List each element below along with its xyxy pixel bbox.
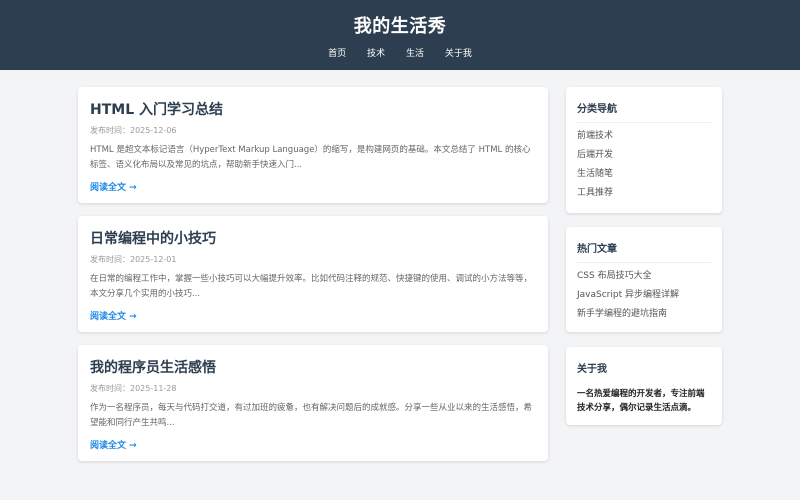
site-title: 我的生活秀 xyxy=(353,16,447,37)
post-title[interactable]: 我的程序员生活感悟 xyxy=(90,357,216,377)
post-title[interactable]: 日常编程中的小技巧 xyxy=(90,228,216,248)
nav-item-tech[interactable]: 技术 xyxy=(367,46,385,59)
category-item[interactable]: 工具推荐 xyxy=(577,184,613,203)
post-excerpt: HTML 是超文本标记语言（HyperText Markup Language）… xyxy=(90,145,531,170)
post-card: 我的程序员生活感悟 发布时间：2025-11-28 作为一名程序员，每天与代码打… xyxy=(78,345,548,461)
nav-item-home[interactable]: 首页 xyxy=(328,46,346,59)
popular-item[interactable]: CSS 布局技巧大全 xyxy=(577,267,679,286)
read-more-link[interactable]: 阅读全文 → xyxy=(90,309,137,322)
post-date: 发布时间：2025-12-06 xyxy=(90,126,177,135)
category-item[interactable]: 后端开发 xyxy=(577,146,613,165)
post-date: 发布时间：2025-12-01 xyxy=(90,255,177,264)
post-excerpt: 作为一名程序员，每天与代码打交道，有过加班的疲惫，也有解决问题后的成就感。分享一… xyxy=(90,403,533,428)
post-excerpt: 在日常的编程工作中，掌握一些小技巧可以大幅提升效率。比如代码注释的规范、快捷键的… xyxy=(90,274,533,299)
popular-item[interactable]: JavaScript 异步编程详解 xyxy=(577,286,679,305)
about-text: 一名热爱编程的开发者，专注前端技术分享，偶尔记录生活点滴。 xyxy=(577,389,705,413)
post-title[interactable]: HTML 入门学习总结 xyxy=(90,99,223,119)
nav-item-about[interactable]: 关于我 xyxy=(445,46,472,59)
category-list: 前端技术 后端开发 生活随笔 工具推荐 xyxy=(577,127,613,203)
nav-item-life[interactable]: 生活 xyxy=(406,46,424,59)
site-header: 我的生活秀 首页 技术 生活 关于我 xyxy=(0,0,800,70)
category-item[interactable]: 前端技术 xyxy=(577,127,613,146)
read-more-link[interactable]: 阅读全文 → xyxy=(90,438,137,451)
post-date: 发布时间：2025-11-28 xyxy=(90,384,177,393)
widget-title: 关于我 xyxy=(577,364,607,375)
main-nav: 首页 技术 生活 关于我 xyxy=(0,46,800,59)
about-widget: 关于我 一名热爱编程的开发者，专注前端技术分享，偶尔记录生活点滴。 xyxy=(566,347,722,425)
widget-title: 分类导航 xyxy=(577,100,711,123)
category-widget: 分类导航 前端技术 后端开发 生活随笔 工具推荐 xyxy=(566,87,722,213)
category-item[interactable]: 生活随笔 xyxy=(577,165,613,184)
popular-item[interactable]: 新手学编程的避坑指南 xyxy=(577,305,679,324)
popular-list: CSS 布局技巧大全 JavaScript 异步编程详解 新手学编程的避坑指南 xyxy=(577,267,679,324)
read-more-link[interactable]: 阅读全文 → xyxy=(90,180,137,193)
post-card: HTML 入门学习总结 发布时间：2025-12-06 HTML 是超文本标记语… xyxy=(78,87,548,203)
post-card: 日常编程中的小技巧 发布时间：2025-12-01 在日常的编程工作中，掌握一些… xyxy=(78,216,548,332)
popular-widget: 热门文章 CSS 布局技巧大全 JavaScript 异步编程详解 新手学编程的… xyxy=(566,227,722,332)
widget-title: 热门文章 xyxy=(577,240,711,263)
